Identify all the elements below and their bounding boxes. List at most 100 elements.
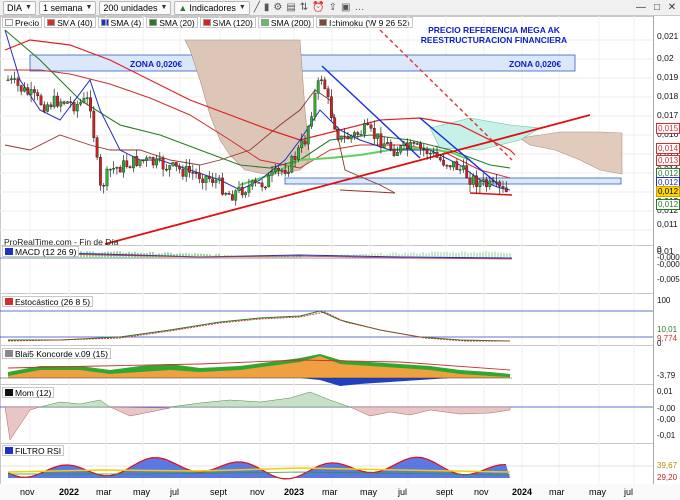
candle-body [458,169,462,171]
time-tick-label: 2023 [284,487,305,497]
candle-body [425,149,429,155]
candle-body [224,193,228,195]
candle-body [204,175,208,183]
price-tick-label: 0,018 [657,91,679,101]
macd-bar [209,254,211,258]
candle-body [19,85,23,92]
candle-body [465,165,469,179]
candle-body [462,165,465,170]
candle-body [145,157,148,161]
candle-body [108,168,112,171]
candle-body [125,160,129,167]
rsi-axis-label: 39,67 [657,461,678,470]
stoch-axis-label: 10,01 [657,325,678,334]
candle-body [419,143,422,149]
candle-body [158,157,162,160]
macd-bar [269,256,271,258]
macd-bar [167,252,169,258]
candle-body [201,178,205,183]
candle-body [366,123,370,126]
macd-bar [290,256,292,258]
stoch-axis-label: 0 [657,339,662,348]
mom-label: Mom (12) [2,387,55,398]
candle-body [191,172,195,174]
candle-body [92,110,96,138]
candle-body [59,101,63,107]
candle-body [33,89,36,93]
time-tick-label: nov [250,487,265,497]
candle-body [112,167,116,170]
candle-body [402,142,406,146]
candle-body [168,165,172,170]
candle-body [412,142,416,144]
candle-body [23,87,26,92]
candle-body [264,186,267,189]
macd-bar [491,252,493,258]
stoch-swatch [5,298,13,305]
candle-body [306,126,310,145]
candle-body [75,103,79,112]
time-tick-label: may [589,487,607,497]
headline-line1: PRECIO REFERENCIA MEGA AK [428,25,560,35]
candle-body [135,156,139,166]
macd-bar [500,252,502,258]
macd-axis-label: -0,005 [657,275,680,284]
mom-neg-area [109,406,171,417]
macd-bar [488,251,490,258]
candle-body [468,177,472,185]
chart-canvas[interactable] [0,0,680,500]
candle-body [260,182,264,188]
time-tick-label: nov [20,487,35,497]
candle-body [353,132,356,136]
ichimoku-cloud-bear [184,39,311,176]
candle-body [141,159,145,162]
candle-body [277,168,280,171]
koncorde-axis-label: -3,79 [657,371,676,380]
candle-body [372,128,376,139]
candle-body [376,133,379,139]
macd-swatch [5,248,13,255]
mom-swatch [5,389,13,396]
candle-body [79,102,83,105]
candle-body [69,101,73,103]
macd-bar [464,251,466,258]
candle-body [39,95,43,105]
candle-body [197,172,201,180]
candle-body [303,140,307,145]
macd-bar [479,252,481,258]
macd-bar [503,253,505,258]
time-tick-label: jul [398,487,408,497]
candle-body [369,124,373,129]
macd-label: MACD (12 26 9) [2,246,80,257]
candle-body [171,162,175,166]
candle-body [478,181,482,187]
candle-body [336,128,340,140]
macd-bar [506,253,508,258]
candle-body [346,136,350,140]
macd-bar [164,252,166,258]
time-tick-label: mar [322,487,338,497]
candle-body [128,166,132,169]
macd-bar [311,256,313,258]
candle-body [313,92,317,117]
price-tick-label: 0,02 [657,53,674,63]
koncorde-label-text: Blai5 Koncorde v.09 (15) [15,348,108,359]
candle-body [445,164,449,167]
candle-body [290,156,294,173]
candle-body [310,116,313,127]
time-tick-label: may [360,487,378,497]
candle-body [115,167,119,169]
candle-body [65,101,69,104]
candle-body [105,168,109,187]
candle-body [442,159,445,166]
macd-bar [494,251,496,258]
candle-body [455,161,459,170]
candle-body [399,145,403,153]
macd-bar [497,252,499,258]
macd-bar [215,254,217,258]
candle-body [254,180,257,183]
candle-body [13,78,16,80]
macd-axis-label: -0,000 [657,260,680,269]
macd-bar [284,256,286,258]
macd-bar [473,251,475,258]
